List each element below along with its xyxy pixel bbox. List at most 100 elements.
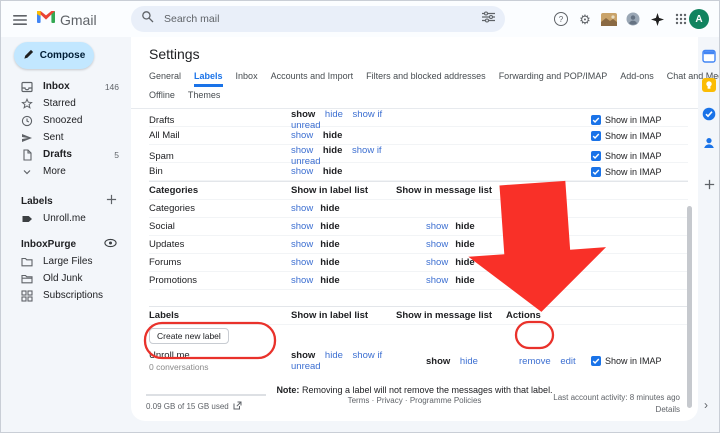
calendar-icon[interactable] (702, 49, 716, 63)
tab-addons[interactable]: Add-ons (620, 71, 654, 87)
option-hide-link[interactable]: hide (325, 109, 343, 120)
imap-label: Show in IMAP (605, 115, 662, 125)
keep-icon[interactable] (702, 78, 716, 92)
remove-label-link[interactable]: remove (519, 356, 551, 367)
gemini-sparkle-icon[interactable] (649, 11, 665, 27)
show-in-imap-checkbox[interactable]: Show in IMAP (591, 167, 688, 177)
option-hide-link[interactable]: hide (325, 350, 343, 361)
option-show-link[interactable]: show (426, 275, 448, 286)
option-hide-selected: hide (455, 239, 475, 250)
apps-grid-icon[interactable] (673, 11, 689, 27)
label-name: All Mail (149, 130, 291, 141)
extension-profile-icon[interactable] (625, 11, 641, 27)
chevron-down-icon (21, 166, 34, 178)
right-side-panel (699, 37, 719, 432)
show-in-imap-checkbox[interactable]: Show in IMAP (591, 356, 688, 366)
table-row-forums: Forums showhide showhide (149, 254, 688, 272)
eye-icon[interactable] (104, 238, 117, 251)
sidebar-item-sent[interactable]: Sent (1, 129, 131, 146)
tab-labels[interactable]: Labels (194, 71, 223, 87)
option-show-link[interactable]: show (426, 257, 448, 268)
sidebar-item-more[interactable]: More (1, 163, 131, 180)
profile-avatar[interactable]: A (689, 9, 709, 29)
contacts-icon[interactable] (702, 136, 716, 150)
search-icon[interactable] (141, 10, 154, 28)
option-hide-link[interactable]: hide (460, 356, 478, 367)
gmail-logo[interactable]: Gmail (37, 10, 97, 29)
column-header: Categories (149, 185, 291, 196)
labels-header-row: Labels Show in label list Show in messag… (149, 306, 688, 325)
option-show-link[interactable]: show (426, 239, 448, 250)
option-show-link[interactable]: show (291, 275, 313, 286)
sidebar-item-drafts[interactable]: Drafts 5 (1, 146, 131, 163)
search-input[interactable] (162, 12, 474, 26)
checkbox-checked-icon[interactable] (591, 356, 601, 366)
vertical-scrollbar[interactable] (687, 206, 692, 408)
tab-filters[interactable]: Filters and blocked addresses (366, 71, 486, 87)
option-hide-selected: hide (320, 203, 340, 214)
checkbox-checked-icon[interactable] (591, 167, 601, 177)
tab-accounts-and-import[interactable]: Accounts and Import (271, 71, 354, 87)
details-link[interactable]: Details (656, 405, 680, 414)
inbox-icon (21, 81, 34, 93)
show-in-imap-checkbox[interactable]: Show in IMAP (591, 115, 688, 125)
labels-header-text: Labels (21, 196, 53, 207)
help-icon[interactable]: ? (553, 11, 569, 27)
search-bar[interactable] (131, 6, 505, 32)
label-name: Bin (149, 166, 291, 177)
tab-offline[interactable]: Offline (149, 90, 175, 103)
extension-photo-icon[interactable] (601, 11, 617, 27)
sidebar-item-starred[interactable]: Starred (1, 95, 131, 112)
option-hide-selected: hide (320, 239, 340, 250)
create-new-label-button[interactable]: Create new label (149, 328, 229, 344)
hamburger-menu-icon[interactable] (13, 13, 27, 31)
tab-themes[interactable]: Themes (188, 90, 221, 103)
sidebar-inboxpurge-header: InboxPurge (1, 235, 131, 253)
option-show-link[interactable]: show (291, 239, 313, 250)
compose-button[interactable]: Compose (14, 42, 94, 69)
folder-icon (21, 273, 34, 285)
option-show-link[interactable]: show (291, 166, 313, 177)
sidebar-item-old-junk[interactable]: Old Junk (1, 270, 131, 287)
tasks-icon[interactable] (702, 107, 716, 121)
sidebar-item-large-files[interactable]: Large Files (1, 253, 131, 270)
column-header: Actions (506, 310, 591, 321)
label-name: Drafts (149, 115, 291, 126)
sidebar-item-label: Starred (43, 98, 119, 109)
sidebar-item-label: Sent (43, 132, 119, 143)
sidebar-item-snoozed[interactable]: Snoozed (1, 112, 131, 129)
create-label-plus-icon[interactable] (106, 194, 117, 208)
label-name: Social (149, 221, 291, 232)
settings-tabs-row2: Offline Themes (131, 87, 698, 103)
edit-label-link[interactable]: edit (560, 356, 575, 367)
column-header: Show in label list (291, 185, 396, 196)
option-show-link[interactable]: show (291, 145, 313, 156)
send-icon (21, 132, 34, 144)
tab-forwarding[interactable]: Forwarding and POP/IMAP (499, 71, 608, 87)
search-options-icon[interactable] (482, 10, 495, 28)
checkbox-checked-icon[interactable] (591, 115, 601, 125)
hide-side-panel-chevron-icon[interactable]: › (704, 399, 708, 411)
checkbox-checked-icon[interactable] (591, 131, 601, 141)
sidebar-item-label: Inbox (43, 81, 105, 92)
sidebar-item-inbox[interactable]: Inbox 146 (1, 78, 131, 95)
tab-inbox[interactable]: Inbox (236, 71, 258, 87)
settings-gear-icon[interactable]: ⚙ (577, 11, 593, 27)
option-show-selected: show (426, 356, 450, 367)
option-show-link[interactable]: show (291, 203, 313, 214)
get-addons-plus-icon[interactable] (702, 177, 716, 191)
option-show-link[interactable]: show (426, 221, 448, 232)
sidebar-label-unrollme[interactable]: Unroll.me (1, 210, 131, 227)
imap-label: Show in IMAP (605, 356, 662, 366)
sidebar-item-subscriptions[interactable]: Subscriptions (1, 287, 131, 304)
option-show-link[interactable]: show (291, 130, 313, 141)
sidebar-item-label: Unroll.me (43, 213, 119, 224)
option-show-link[interactable]: show (291, 221, 313, 232)
sidebar-item-label: Large Files (43, 256, 119, 267)
checkbox-checked-icon[interactable] (591, 151, 601, 161)
option-show-link[interactable]: show (291, 257, 313, 268)
show-in-imap-checkbox[interactable]: Show in IMAP (591, 131, 688, 141)
show-in-imap-checkbox[interactable]: Show in IMAP (591, 151, 688, 161)
tab-general[interactable]: General (149, 71, 181, 87)
settings-tabs-row1: General Labels Inbox Accounts and Import… (131, 62, 698, 87)
